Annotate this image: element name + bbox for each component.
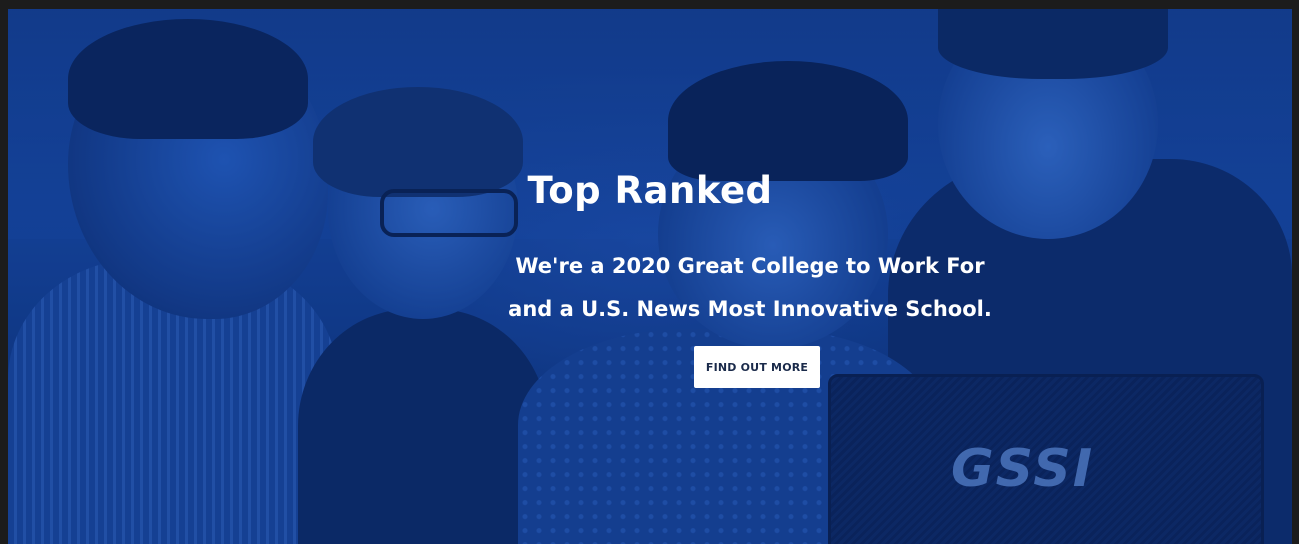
hero-content: Top Ranked We're a 2020 Great College to… [8,9,1292,544]
hero-subtitle: We're a 2020 Great College to Work For a… [400,245,1100,331]
hero-title: Top Ranked [527,169,773,212]
hero-subtitle-line-2: and a U.S. News Most Innovative School. [508,297,992,321]
hero-banner: GSSI Top Ranked We're a 2020 Great Colle… [8,9,1292,544]
hero-subtitle-line-1: We're a 2020 Great College to Work For [515,254,985,278]
page-frame: GSSI Top Ranked We're a 2020 Great Colle… [0,0,1299,544]
find-out-more-button[interactable]: FIND OUT MORE [694,346,820,388]
